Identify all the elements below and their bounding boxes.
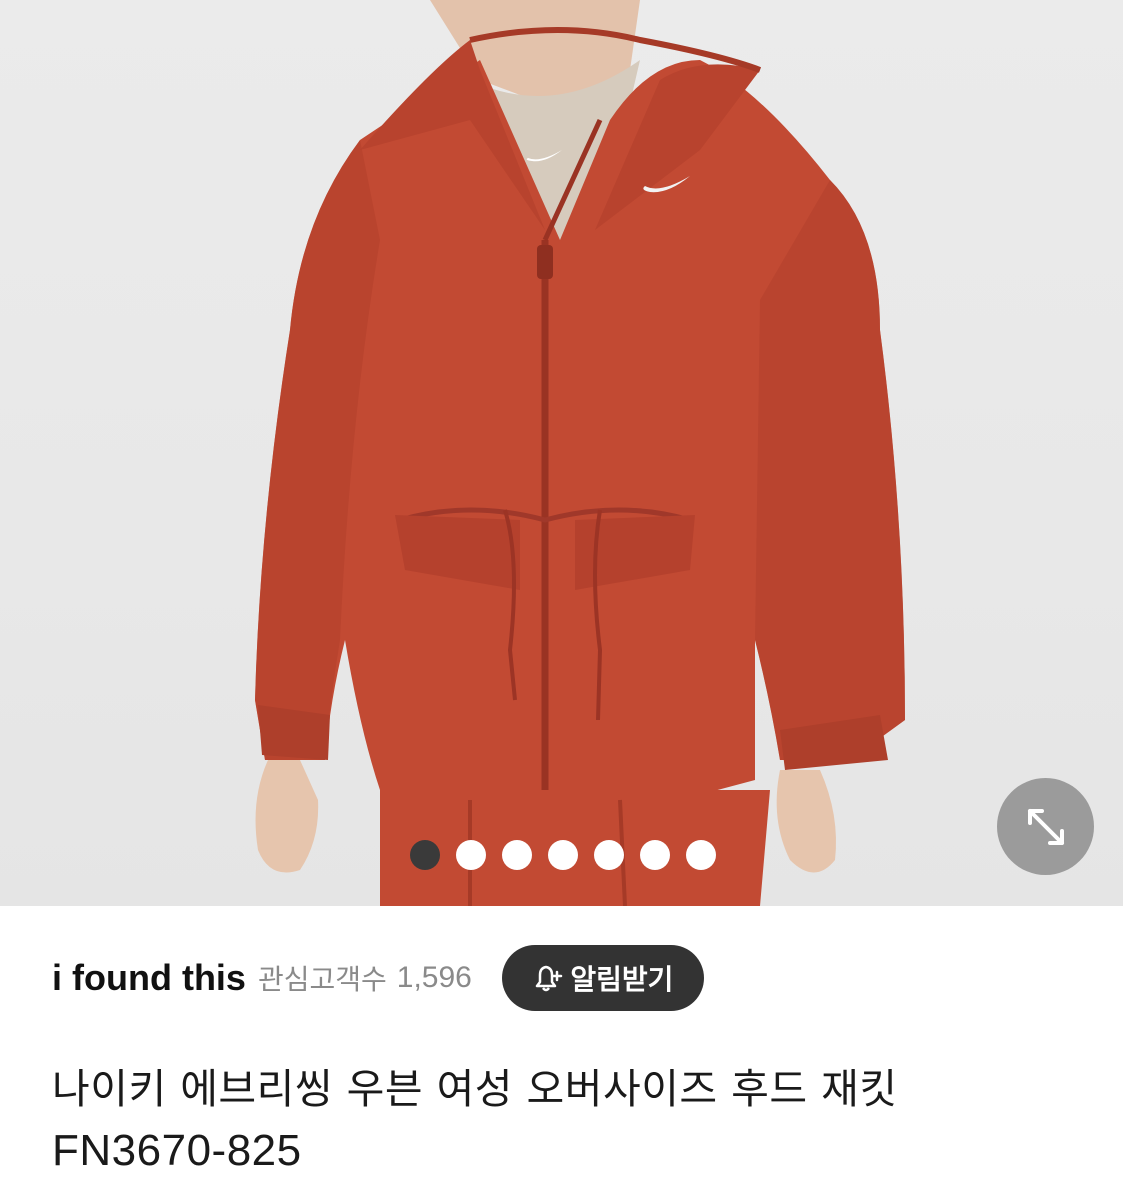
carousel-dot-4[interactable] — [548, 840, 578, 870]
follow-button[interactable]: 알림받기 — [501, 945, 704, 1011]
product-title-line-1: 나이키 에브리씽 우븐 여성 오버사이즈 후드 재킷 — [52, 1065, 898, 1113]
carousel-dot-5[interactable] — [594, 840, 624, 870]
bell-plus-icon — [536, 965, 563, 992]
fans-label: 관심고객수 — [257, 963, 387, 996]
carousel-pagination — [410, 840, 716, 870]
carousel-dot-3[interactable] — [502, 840, 532, 870]
product-code: FN3670-825 — [52, 1126, 302, 1175]
expand-image-button[interactable] — [997, 778, 1094, 875]
carousel-dot-1[interactable] — [410, 840, 440, 870]
fans-count: 1,596 — [396, 961, 472, 994]
follow-label: 알림받기 — [570, 963, 674, 996]
product-image-carousel[interactable] — [0, 0, 1123, 906]
seller-name[interactable]: i found this — [52, 957, 246, 999]
expand-arrows-icon — [1027, 808, 1064, 845]
seller-info: i found this 관심고객수 1,596 알림받기 — [52, 945, 1072, 1011]
carousel-dot-6[interactable] — [640, 840, 670, 870]
product-photo — [255, 0, 905, 906]
product-title: 나이키 에브리씽 우븐 여성 오버사이즈 후드 재킷 FN3670-825 — [52, 1058, 1092, 1182]
carousel-dot-2[interactable] — [456, 840, 486, 870]
carousel-dot-7[interactable] — [686, 840, 716, 870]
